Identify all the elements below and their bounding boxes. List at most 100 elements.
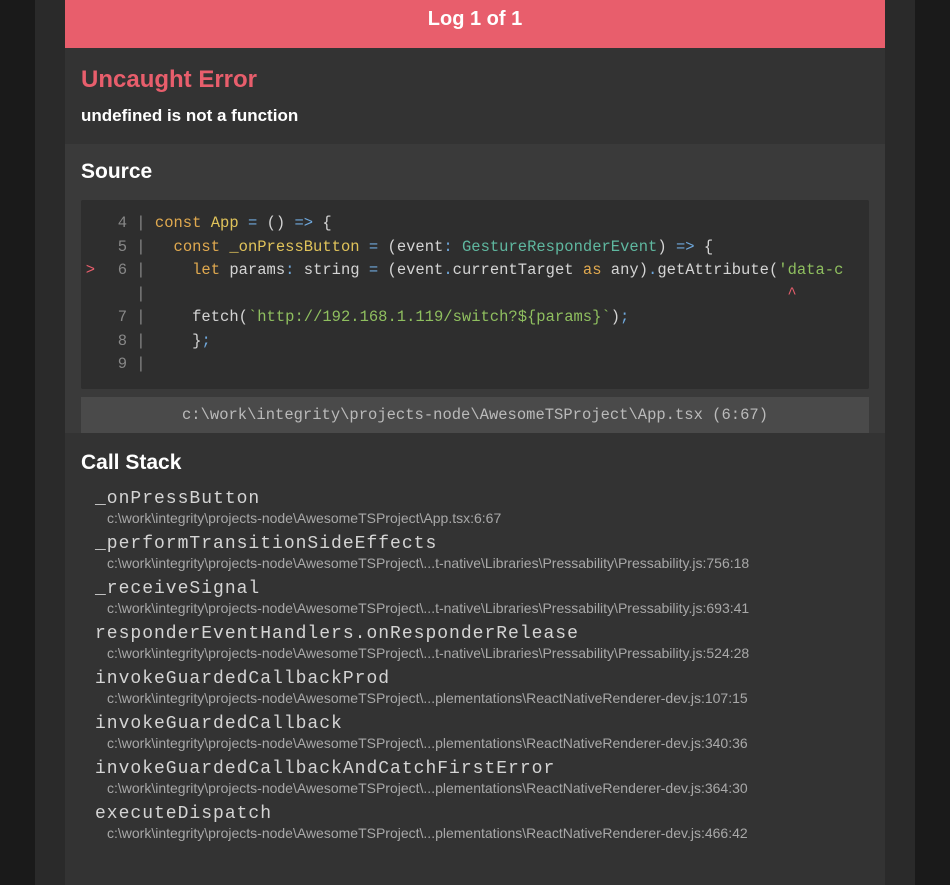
- stack-frame[interactable]: responderEventHandlers.onResponderReleas…: [81, 624, 869, 661]
- frame-function: invokeGuardedCallbackAndCatchFirstError: [95, 759, 869, 779]
- stack-frame[interactable]: invokeGuardedCallbackProdc:\work\integri…: [81, 669, 869, 706]
- line-number: [95, 283, 127, 307]
- code-token: 'data-c: [778, 261, 843, 279]
- gutter-pipe: |: [127, 238, 155, 256]
- code-token: const: [155, 214, 202, 232]
- code-line: 7 | fetch(`http://192.168.1.119/switch?$…: [81, 306, 869, 330]
- code-token: App: [211, 214, 239, 232]
- frame-function: _performTransitionSideEffects: [95, 534, 869, 554]
- code-token: `http://192.168.1.119/switch?${params}`: [248, 308, 611, 326]
- code-token: (: [388, 261, 397, 279]
- code-token: let: [192, 261, 220, 279]
- code-token: fetch: [192, 308, 239, 326]
- code-token: (: [239, 308, 248, 326]
- error-title: Uncaught Error: [81, 66, 869, 94]
- stack-frame[interactable]: executeDispatchc:\work\integrity\project…: [81, 804, 869, 841]
- error-message: undefined is not a function: [81, 106, 869, 126]
- code-token: =>: [295, 214, 314, 232]
- code-token: [667, 238, 676, 256]
- code-token: [257, 214, 266, 232]
- code-token: [155, 308, 192, 326]
- frame-function: executeDispatch: [95, 804, 869, 824]
- code-token: [220, 238, 229, 256]
- code-token: event: [397, 238, 444, 256]
- code-token: [378, 238, 387, 256]
- gutter-pipe: |: [127, 308, 155, 326]
- code-line: 4 | const App = () => {: [81, 212, 869, 236]
- error-marker: [81, 306, 95, 330]
- frame-location: c:\work\integrity\projects-node\AwesomeT…: [95, 555, 869, 571]
- code-token: .: [443, 261, 452, 279]
- error-marker: [81, 236, 95, 260]
- code-token: [378, 261, 387, 279]
- error-marker: [81, 330, 95, 354]
- gutter-pipe: |: [127, 261, 155, 279]
- code-token: string: [294, 261, 368, 279]
- gutter-pipe: |: [127, 285, 155, 303]
- source-code-block: 4 | const App = () => { 5 | const _onPre…: [81, 200, 869, 389]
- line-number: 9: [95, 353, 127, 377]
- code-token: (): [267, 214, 286, 232]
- stack-frames: _onPressButtonc:\work\integrity\projects…: [81, 489, 869, 841]
- callstack-title: Call Stack: [81, 451, 869, 475]
- code-token: ^: [787, 285, 796, 303]
- code-token: currentTarget: [453, 261, 583, 279]
- code-token: ): [611, 308, 620, 326]
- code-line: >6 | let params: string = (event.current…: [81, 259, 869, 283]
- error-marker: [81, 283, 95, 307]
- error-section: Uncaught Error undefined is not a functi…: [65, 48, 885, 144]
- code-token: [155, 261, 192, 279]
- code-token: getAttribute: [657, 261, 769, 279]
- code-line: 9 |: [81, 353, 869, 377]
- source-file-path: c:\work\integrity\projects-node\AwesomeT…: [81, 397, 869, 433]
- code-token: [155, 332, 192, 350]
- code-token: ;: [201, 332, 210, 350]
- code-token: GestureResponderEvent: [462, 238, 657, 256]
- code-token: .: [648, 261, 657, 279]
- frame-location: c:\work\integrity\projects-node\AwesomeT…: [95, 510, 869, 526]
- source-section: Source 4 | const App = () => { 5 | const…: [65, 144, 885, 433]
- stack-frame[interactable]: _performTransitionSideEffectsc:\work\int…: [81, 534, 869, 571]
- frame-location: c:\work\integrity\projects-node\AwesomeT…: [95, 645, 869, 661]
- log-header[interactable]: Log 1 of 1: [65, 0, 885, 48]
- code-token: {: [704, 238, 713, 256]
- frame-function: _onPressButton: [95, 489, 869, 509]
- line-number: 4: [95, 212, 127, 236]
- frame-location: c:\work\integrity\projects-node\AwesomeT…: [95, 825, 869, 841]
- code-token: [285, 214, 294, 232]
- code-token: =>: [676, 238, 695, 256]
- source-title: Source: [81, 160, 869, 184]
- code-token: params: [220, 261, 285, 279]
- line-number: 6: [95, 259, 127, 283]
- code-token: :: [443, 238, 452, 256]
- code-token: [201, 214, 210, 232]
- code-token: (: [388, 238, 397, 256]
- code-token: ): [639, 261, 648, 279]
- error-marker: >: [81, 259, 95, 283]
- code-token: [453, 238, 462, 256]
- frame-location: c:\work\integrity\projects-node\AwesomeT…: [95, 735, 869, 751]
- stack-frame[interactable]: _receiveSignalc:\work\integrity\projects…: [81, 579, 869, 616]
- frame-location: c:\work\integrity\projects-node\AwesomeT…: [95, 690, 869, 706]
- gutter-pipe: |: [127, 355, 155, 373]
- line-number: 8: [95, 330, 127, 354]
- code-line: | ^: [81, 283, 869, 307]
- code-token: ): [657, 238, 666, 256]
- code-token: [155, 285, 788, 303]
- line-number: 7: [95, 306, 127, 330]
- device-frame: Log 1 of 1 Uncaught Error undefined is n…: [35, 0, 915, 885]
- frame-location: c:\work\integrity\projects-node\AwesomeT…: [95, 600, 869, 616]
- error-marker: [81, 212, 95, 236]
- code-token: =: [369, 261, 378, 279]
- code-token: event: [397, 261, 444, 279]
- stack-frame[interactable]: _onPressButtonc:\work\integrity\projects…: [81, 489, 869, 526]
- code-token: =: [248, 214, 257, 232]
- error-screen: Log 1 of 1 Uncaught Error undefined is n…: [65, 0, 885, 885]
- stack-frame[interactable]: invokeGuardedCallbackc:\work\integrity\p…: [81, 714, 869, 751]
- code-token: [239, 214, 248, 232]
- line-number: 5: [95, 236, 127, 260]
- code-token: {: [322, 214, 331, 232]
- stack-frame[interactable]: invokeGuardedCallbackAndCatchFirstErrorc…: [81, 759, 869, 796]
- code-token: [155, 238, 174, 256]
- code-token: [695, 238, 704, 256]
